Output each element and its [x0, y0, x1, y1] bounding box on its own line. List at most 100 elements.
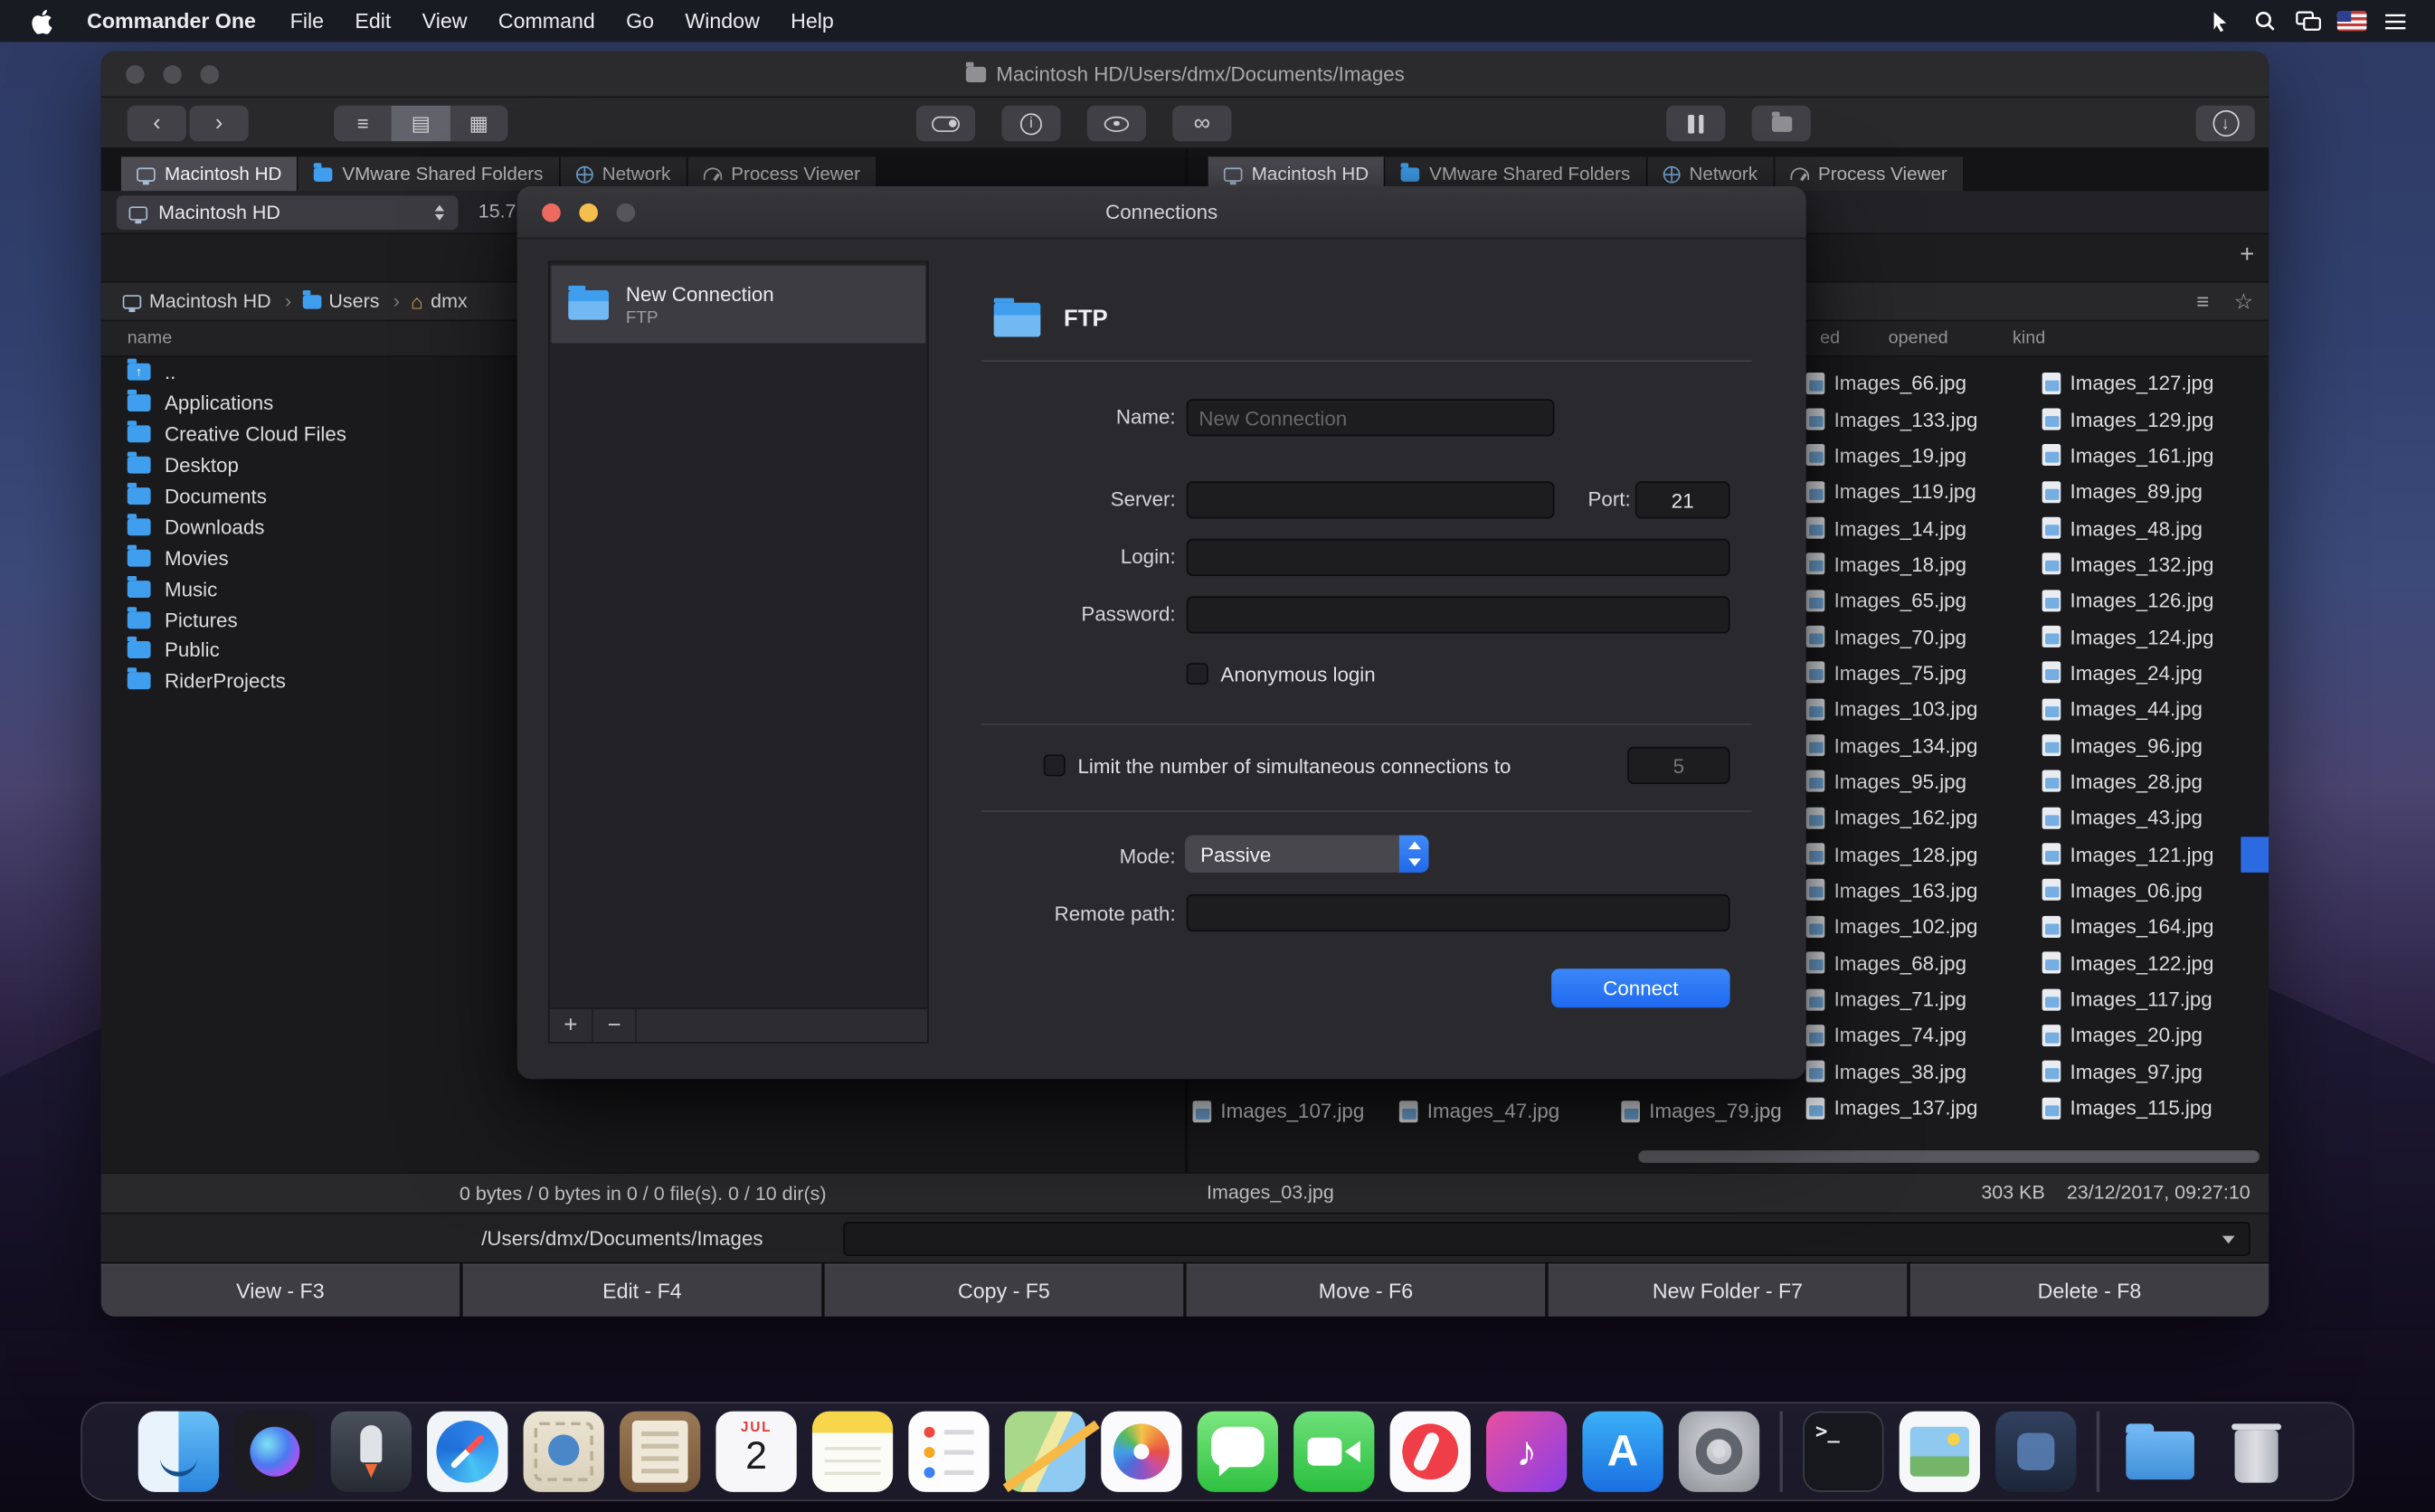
- notes-icon[interactable]: [812, 1412, 893, 1492]
- zoom-button[interactable]: [617, 203, 636, 222]
- siri-icon[interactable]: [234, 1412, 315, 1492]
- file-row[interactable]: Images_163.jpg: [1806, 873, 2023, 909]
- horizontal-scrollbar-thumb[interactable]: [1638, 1150, 2260, 1163]
- breadcrumb-item[interactable]: Users: [302, 290, 400, 312]
- file-row[interactable]: Images_75.jpg: [1806, 655, 2023, 691]
- file-row[interactable]: Images_74.jpg: [1806, 1017, 2023, 1054]
- menubar-item[interactable]: File: [275, 9, 340, 33]
- close-button[interactable]: [542, 203, 561, 222]
- file-row[interactable]: Images_38.jpg: [1806, 1054, 2023, 1090]
- minimize-button[interactable]: [163, 65, 182, 84]
- file-row[interactable]: Images_122.jpg: [2042, 945, 2260, 981]
- tab-process-viewer[interactable]: Process Viewer: [1775, 156, 1965, 191]
- queue-button[interactable]: [1666, 106, 1725, 141]
- file-row[interactable]: Images_20.jpg: [2042, 1017, 2260, 1054]
- file-row[interactable]: Images_44.jpg: [2042, 691, 2260, 727]
- limit-connections-checkbox[interactable]: [1044, 754, 1066, 776]
- file-row[interactable]: Images_96.jpg: [2042, 727, 2260, 763]
- downloads-folder-icon[interactable]: [2119, 1412, 2200, 1492]
- function-key-button[interactable]: New Folder - F7: [1549, 1264, 1908, 1317]
- port-field[interactable]: [1635, 481, 1730, 518]
- function-key-button[interactable]: View - F3: [101, 1264, 460, 1317]
- dialog-titlebar[interactable]: Connections: [517, 186, 1806, 239]
- file-row[interactable]: Images_71.jpg: [1806, 981, 2023, 1017]
- new-tab-button[interactable]: +: [2231, 241, 2262, 271]
- favorites-star-icon[interactable]: ☆: [2234, 288, 2254, 314]
- file-row[interactable]: Images_119.jpg: [1806, 474, 2023, 510]
- file-row[interactable]: Images_79.jpg: [1621, 1093, 1838, 1129]
- search-icon[interactable]: [2242, 0, 2286, 42]
- mail-icon[interactable]: [524, 1412, 604, 1492]
- finder-icon[interactable]: [138, 1412, 219, 1492]
- history-chevron-icon[interactable]: [2216, 1228, 2241, 1250]
- file-row[interactable]: Images_48.jpg: [2042, 510, 2260, 546]
- preview-button[interactable]: [1087, 106, 1146, 141]
- remove-connection-button[interactable]: −: [593, 1009, 637, 1042]
- add-connection-button[interactable]: +: [550, 1009, 593, 1042]
- preview-icon[interactable]: [1900, 1412, 1980, 1492]
- menubar-item[interactable]: Window: [669, 9, 775, 33]
- file-row[interactable]: Images_132.jpg: [2042, 546, 2260, 582]
- file-row[interactable]: Images_66.jpg: [1806, 364, 2023, 401]
- file-row[interactable]: Images_14.jpg: [1806, 510, 2023, 546]
- file-row[interactable]: Images_47.jpg: [1399, 1093, 1616, 1129]
- file-row[interactable]: Images_134.jpg: [1806, 727, 2023, 763]
- file-row[interactable]: Images_28.jpg: [2042, 763, 2260, 799]
- file-row[interactable]: Images_107.jpg: [1193, 1093, 1410, 1129]
- limit-connections-field[interactable]: [1627, 747, 1729, 784]
- news-icon[interactable]: [1390, 1412, 1471, 1492]
- column-header-opened[interactable]: opened: [1889, 329, 1948, 348]
- selected-file-edge[interactable]: [2241, 836, 2269, 872]
- login-field[interactable]: [1187, 539, 1730, 576]
- breadcrumb-item[interactable]: Macintosh HD: [123, 290, 292, 312]
- file-row[interactable]: Images_65.jpg: [1806, 582, 2023, 619]
- tab-macintosh-hd[interactable]: Macintosh HD: [121, 156, 298, 191]
- zoom-button[interactable]: [200, 65, 219, 84]
- file-row[interactable]: Images_68.jpg: [1806, 945, 2023, 981]
- remote-path-field[interactable]: [1187, 894, 1730, 931]
- trash-icon[interactable]: [2216, 1412, 2297, 1492]
- function-key-button[interactable]: Copy - F5: [825, 1264, 1184, 1317]
- password-field[interactable]: [1187, 596, 1730, 633]
- folder-tools-button[interactable]: [1752, 106, 1811, 141]
- dock-divider[interactable]: [2097, 1412, 2099, 1492]
- terminal-icon[interactable]: [1803, 1412, 1883, 1492]
- file-row[interactable]: Images_19.jpg: [1806, 438, 2023, 474]
- file-row[interactable]: Images_24.jpg: [2042, 655, 2260, 691]
- menubar-item[interactable]: Go: [611, 9, 669, 33]
- mode-popup[interactable]: Passive: [1185, 836, 1429, 873]
- files-app-icon[interactable]: [1995, 1412, 2076, 1492]
- app-store-icon[interactable]: [1582, 1412, 1663, 1492]
- file-row[interactable]: Images_126.jpg: [2042, 582, 2260, 619]
- file-row[interactable]: Images_128.jpg: [1806, 836, 2023, 872]
- anonymous-login-checkbox[interactable]: [1187, 663, 1208, 685]
- file-row[interactable]: Images_95.jpg: [1806, 763, 2023, 799]
- name-field[interactable]: [1187, 399, 1555, 436]
- file-row[interactable]: Images_89.jpg: [2042, 474, 2260, 510]
- reminders-icon[interactable]: [908, 1412, 989, 1492]
- back-button[interactable]: ‹: [128, 106, 186, 141]
- connect-button[interactable]: Connect: [1551, 969, 1729, 1007]
- column-header-created-partial[interactable]: ed: [1820, 329, 1840, 348]
- file-row[interactable]: Images_70.jpg: [1806, 619, 2023, 655]
- column-header-kind[interactable]: kind: [2013, 329, 2045, 348]
- tab-vmware-shared-folders[interactable]: VMware Shared Folders: [298, 156, 560, 191]
- file-row[interactable]: Images_103.jpg: [1806, 691, 2023, 727]
- safari-icon[interactable]: [427, 1412, 507, 1492]
- close-button[interactable]: [126, 65, 145, 84]
- messages-icon[interactable]: [1198, 1412, 1278, 1492]
- file-row[interactable]: Images_115.jpg: [2042, 1090, 2260, 1126]
- file-row[interactable]: Images_127.jpg: [2042, 364, 2260, 401]
- file-row[interactable]: Images_18.jpg: [1806, 546, 2023, 582]
- menubar-item[interactable]: Command: [483, 9, 611, 33]
- menubar-item[interactable]: View: [406, 9, 482, 33]
- file-row[interactable]: Images_162.jpg: [1806, 799, 2023, 836]
- command-line-input[interactable]: [843, 1222, 2250, 1256]
- menubar-item[interactable]: Edit: [339, 9, 406, 33]
- transfers-button[interactable]: [2196, 106, 2255, 141]
- file-row[interactable]: Images_102.jpg: [1806, 909, 2023, 945]
- itunes-icon[interactable]: [1486, 1412, 1567, 1492]
- window-titlebar[interactable]: Macintosh HD/Users/dmx/Documents/Images: [101, 52, 2269, 99]
- file-row[interactable]: Images_06.jpg: [2042, 873, 2260, 909]
- pointer-icon[interactable]: [2199, 0, 2242, 42]
